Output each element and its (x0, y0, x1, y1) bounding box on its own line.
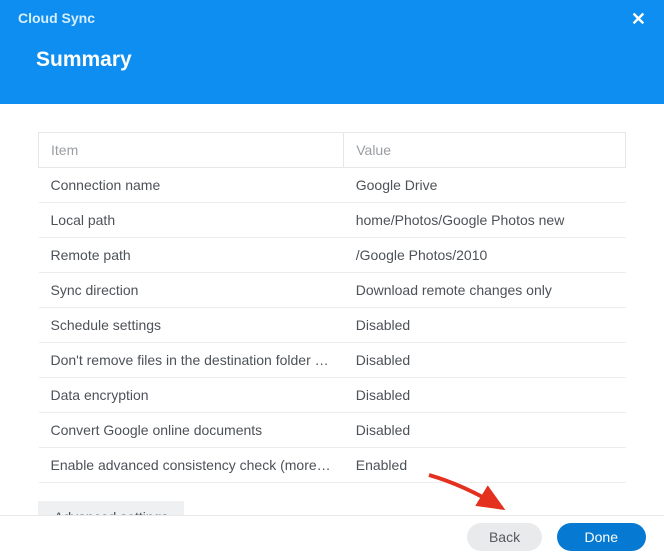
row-value: Disabled (344, 378, 626, 413)
table-row: Remote path /Google Photos/2010 (39, 238, 626, 273)
row-item: Don't remove files in the destination fo… (39, 343, 344, 378)
column-header-item: Item (39, 133, 344, 168)
row-item: Enable advanced consistency check (more … (39, 448, 344, 483)
row-value: Disabled (344, 343, 626, 378)
table-row: Enable advanced consistency check (more … (39, 448, 626, 483)
row-value: Google Drive (344, 168, 626, 203)
row-value: Enabled (344, 448, 626, 483)
row-item: Local path (39, 203, 344, 238)
row-item: Convert Google online documents (39, 413, 344, 448)
done-button[interactable]: Done (557, 523, 646, 551)
table-row: Connection name Google Drive (39, 168, 626, 203)
table-row: Schedule settings Disabled (39, 308, 626, 343)
close-icon[interactable]: ✕ (631, 10, 646, 28)
row-item: Sync direction (39, 273, 344, 308)
footer-bar: Back Done (0, 515, 664, 558)
row-value: Download remote changes only (344, 273, 626, 308)
row-item: Schedule settings (39, 308, 344, 343)
back-button[interactable]: Back (467, 523, 542, 551)
row-value: Disabled (344, 308, 626, 343)
summary-table: Item Value Connection name Google Drive … (38, 132, 626, 483)
window-header: Cloud Sync ✕ Summary (0, 0, 664, 104)
page-title: Summary (36, 48, 646, 72)
row-item: Data encryption (39, 378, 344, 413)
table-row: Convert Google online documents Disabled (39, 413, 626, 448)
column-header-value: Value (344, 133, 626, 168)
row-value: /Google Photos/2010 (344, 238, 626, 273)
app-title: Cloud Sync (18, 10, 646, 26)
content-area: Item Value Connection name Google Drive … (0, 104, 664, 533)
table-row: Data encryption Disabled (39, 378, 626, 413)
row-item: Remote path (39, 238, 344, 273)
row-item: Connection name (39, 168, 344, 203)
table-row: Sync direction Download remote changes o… (39, 273, 626, 308)
table-row: Local path home/Photos/Google Photos new (39, 203, 626, 238)
row-value: Disabled (344, 413, 626, 448)
table-row: Don't remove files in the destination fo… (39, 343, 626, 378)
row-value: home/Photos/Google Photos new (344, 203, 626, 238)
